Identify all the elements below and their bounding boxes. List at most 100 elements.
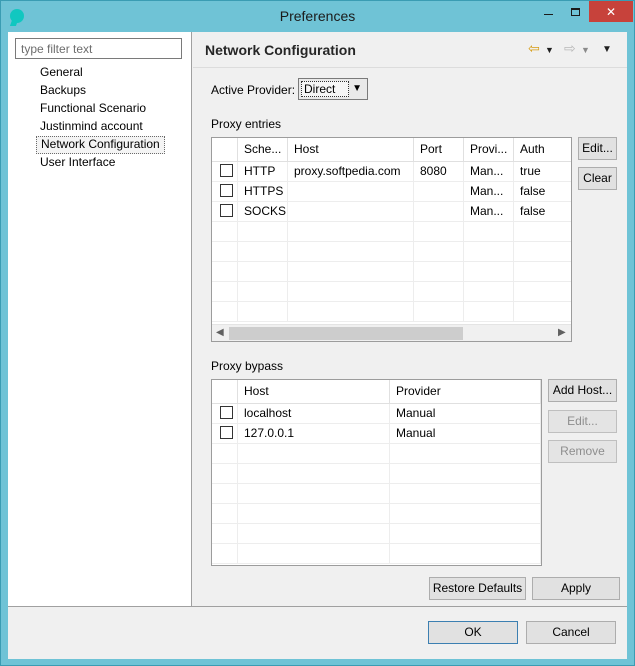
column-header[interactable]: Host — [288, 138, 414, 162]
table-cell — [464, 222, 514, 242]
maximize-button[interactable] — [562, 1, 589, 22]
restore-defaults-button[interactable]: Restore Defaults — [429, 577, 526, 600]
table-row[interactable]: HTTPS Man... false — [212, 182, 571, 202]
tree-item-network-configuration[interactable]: Network Configuration — [36, 136, 165, 154]
back-arrow-icon[interactable]: ⇦ — [528, 40, 540, 56]
column-header[interactable]: Host — [238, 380, 390, 404]
table-cell — [464, 302, 514, 322]
edit-proxy-button[interactable]: Edit... — [578, 137, 617, 160]
column-header[interactable]: Port — [414, 138, 464, 162]
checkbox-cell[interactable] — [212, 262, 238, 282]
tree-item-user-interface[interactable]: User Interface — [36, 154, 165, 172]
scroll-right-icon[interactable]: ▶ — [558, 327, 566, 338]
table-row[interactable] — [212, 504, 541, 524]
column-header[interactable]: Auth — [514, 138, 571, 162]
table-cell — [288, 202, 414, 222]
row-checkbox[interactable] — [220, 204, 233, 218]
ok-button[interactable]: OK — [428, 621, 518, 644]
preference-tree-pane: GeneralBackupsFunctional ScenarioJustinm… — [8, 32, 192, 606]
heading-divider — [193, 67, 627, 68]
table-row[interactable]: HTTP proxy.softpedia.com 8080 Man... true — [212, 162, 571, 182]
table-cell — [238, 444, 390, 464]
tree-item-backups[interactable]: Backups — [36, 82, 165, 100]
table-row[interactable] — [212, 242, 571, 262]
tree-item-justinmind-account[interactable]: Justinmind account — [36, 118, 165, 136]
table-cell — [414, 262, 464, 282]
table-row[interactable] — [212, 282, 571, 302]
column-header[interactable]: Provi... — [464, 138, 514, 162]
checkbox-cell[interactable] — [212, 444, 238, 464]
table-cell — [514, 262, 571, 282]
checkbox-cell[interactable] — [212, 242, 238, 262]
checkbox-cell[interactable] — [212, 282, 238, 302]
table-row[interactable] — [212, 484, 541, 504]
column-header[interactable] — [212, 138, 238, 162]
back-dropdown-icon[interactable]: ▼ — [545, 42, 554, 58]
table-cell — [514, 222, 571, 242]
table-row[interactable] — [212, 302, 571, 322]
close-button[interactable]: ✕ — [589, 1, 633, 22]
tree-item-general[interactable]: General — [36, 64, 165, 82]
table-cell — [464, 242, 514, 262]
add-host-button[interactable]: Add Host... — [548, 379, 617, 402]
checkbox-cell[interactable] — [212, 202, 238, 222]
column-header[interactable]: Provider — [390, 380, 541, 404]
table-row[interactable]: SOCKS Man... false — [212, 202, 571, 222]
remove-host-button[interactable]: Remove — [548, 440, 617, 463]
column-header[interactable]: Sche... — [238, 138, 288, 162]
proxy-bypass-header: Host Provider — [212, 380, 541, 404]
table-cell: true — [514, 162, 571, 182]
checkbox-cell[interactable] — [212, 544, 238, 564]
table-cell — [464, 262, 514, 282]
table-cell — [238, 544, 390, 564]
table-row[interactable] — [212, 464, 541, 484]
checkbox-cell[interactable] — [212, 524, 238, 544]
checkbox-cell[interactable] — [212, 464, 238, 484]
checkbox-cell[interactable] — [212, 504, 238, 524]
scrollbar-thumb[interactable] — [229, 327, 463, 340]
active-provider-value: Direct — [301, 81, 349, 97]
checkbox-cell[interactable] — [212, 404, 238, 424]
checkbox-cell[interactable] — [212, 182, 238, 202]
checkbox-cell[interactable] — [212, 484, 238, 504]
forward-dropdown-icon[interactable]: ▼ — [581, 42, 590, 58]
table-row[interactable] — [212, 544, 541, 564]
row-checkbox[interactable] — [220, 426, 233, 440]
proxy-entries-table[interactable]: Sche... Host Port Provi... Auth HTTP proxy.so… — [211, 137, 572, 342]
horizontal-scrollbar[interactable]: ◀ ▶ — [212, 324, 571, 341]
title-bar[interactable]: Preferences ✕ — [1, 1, 634, 32]
checkbox-cell[interactable] — [212, 302, 238, 322]
table-cell — [390, 544, 541, 564]
table-row[interactable]: 127.0.0.1 Manual — [212, 424, 541, 444]
edit-host-button[interactable]: Edit... — [548, 410, 617, 433]
row-checkbox[interactable] — [220, 184, 233, 198]
column-header[interactable] — [212, 380, 238, 404]
checkbox-cell[interactable] — [212, 222, 238, 242]
table-row[interactable] — [212, 262, 571, 282]
row-checkbox[interactable] — [220, 164, 233, 178]
forward-arrow-icon[interactable]: ⇨ — [564, 40, 576, 56]
table-row[interactable] — [212, 524, 541, 544]
checkbox-cell[interactable] — [212, 162, 238, 182]
table-row[interactable] — [212, 222, 571, 242]
apply-button[interactable]: Apply — [532, 577, 620, 600]
scroll-left-icon[interactable]: ◀ — [216, 327, 224, 338]
chevron-down-icon: ▼ — [352, 83, 362, 94]
cancel-button[interactable]: Cancel — [526, 621, 616, 644]
table-cell: HTTPS — [238, 182, 288, 202]
clear-proxy-button[interactable]: Clear — [578, 167, 617, 190]
view-menu-icon[interactable]: ▼ — [602, 42, 612, 58]
tree-item-functional-scenario[interactable]: Functional Scenario — [36, 100, 165, 118]
table-cell — [288, 302, 414, 322]
checkbox-cell[interactable] — [212, 424, 238, 444]
active-provider-label: Active Provider: — [211, 83, 296, 97]
table-row[interactable]: localhost Manual — [212, 404, 541, 424]
active-provider-select[interactable]: Direct ▼ — [298, 78, 368, 100]
proxy-bypass-table[interactable]: Host Provider localhost Manual 127.0.0.1 Man… — [211, 379, 542, 566]
filter-input[interactable] — [15, 38, 182, 59]
row-checkbox[interactable] — [220, 406, 233, 420]
proxy-entries-header: Sche... Host Port Provi... Auth — [212, 138, 571, 162]
table-cell — [390, 444, 541, 464]
minimize-button[interactable] — [535, 1, 562, 22]
table-row[interactable] — [212, 444, 541, 464]
